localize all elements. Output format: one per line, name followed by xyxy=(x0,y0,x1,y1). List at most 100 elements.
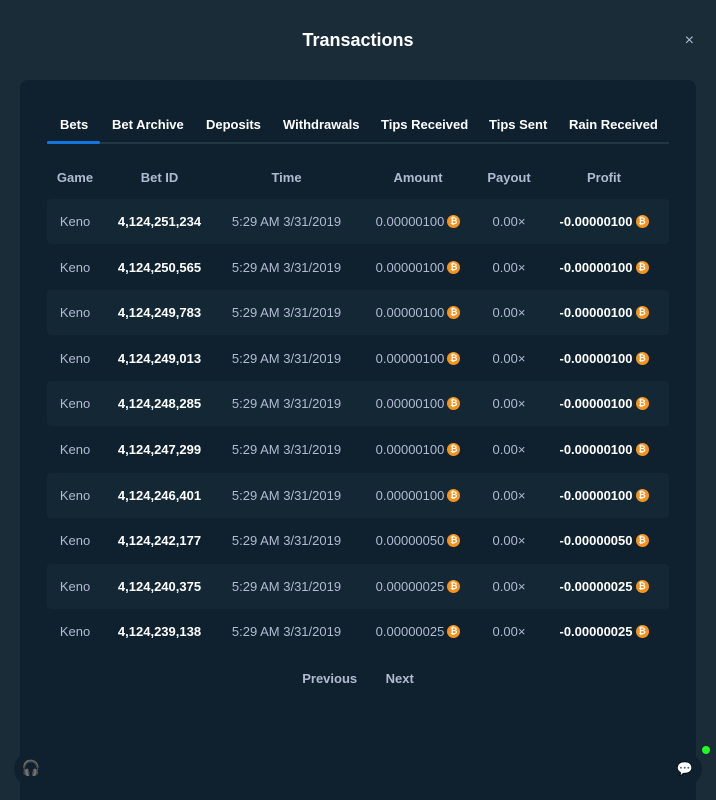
game-cell: Keno xyxy=(47,518,103,563)
bet-id-cell[interactable]: 4,124,249,013 xyxy=(103,336,216,381)
time-cell-text: 5:29 AM 3/31/2019 xyxy=(231,305,342,321)
table-row: Keno 4,124,247,299 5:29 AM 3/31/2019 0.0000… xyxy=(47,427,669,472)
amount-cell-text: 0.00000025 xyxy=(375,624,445,640)
amount-cell: 0.00000025 ₿ xyxy=(357,609,479,654)
bitcoin-icon: ₿ xyxy=(447,306,461,320)
bitcoin-icon: ₿ xyxy=(635,215,649,229)
game-cell-text: Keno xyxy=(59,305,91,321)
payout-cell-text: 0.00× xyxy=(492,533,526,549)
bet-id-cell[interactable]: 4,124,251,234 xyxy=(103,199,216,244)
time-cell: 5:29 AM 3/31/2019 xyxy=(216,336,357,381)
time-cell: 5:29 AM 3/31/2019 xyxy=(216,290,357,335)
bet-id-cell[interactable]: 4,124,240,375 xyxy=(103,564,216,609)
transactions-panel: Bets Bet Archive Deposits Withdrawals Ti… xyxy=(20,80,696,800)
game-cell: Keno xyxy=(47,290,103,335)
table-row: Keno 4,124,248,285 5:29 AM 3/31/2019 0.0000… xyxy=(47,381,669,427)
bet-id-cell[interactable]: 4,124,249,783 xyxy=(103,290,216,335)
bet-id-cell[interactable]: 4,124,248,285 xyxy=(103,381,216,426)
game-cell: Keno xyxy=(47,564,103,609)
close-icon[interactable]: × xyxy=(685,32,694,50)
bet-id-cell-text[interactable]: 4,124,239,138 xyxy=(118,624,201,639)
bet-id-cell-text[interactable]: 4,124,249,783 xyxy=(118,305,201,320)
game-cell: Keno xyxy=(47,199,103,244)
amount-cell: 0.00000100 ₿ xyxy=(357,199,479,244)
bet-id-cell-text[interactable]: 4,124,240,375 xyxy=(118,579,201,594)
bitcoin-icon: ₿ xyxy=(635,351,649,365)
game-cell: Keno xyxy=(47,336,103,381)
chat-icon[interactable]: 💬 xyxy=(668,752,702,786)
bet-id-cell-text[interactable]: 4,124,249,013 xyxy=(118,351,201,366)
bet-id-cell-text[interactable]: 4,124,247,299 xyxy=(118,442,201,457)
bet-id-cell[interactable]: 4,124,242,177 xyxy=(103,518,216,563)
amount-cell-text: 0.00000050 xyxy=(375,533,445,549)
bitcoin-icon: ₿ xyxy=(635,397,649,411)
game-cell-text: Keno xyxy=(59,259,91,275)
time-cell-text: 5:29 AM 3/31/2019 xyxy=(231,442,342,457)
payout-cell-text: 0.00× xyxy=(492,396,526,412)
game-cell-text: Keno xyxy=(59,214,91,229)
profit-cell-text: -0.00000100 xyxy=(559,305,633,321)
table-row: Keno 4,124,239,138 5:29 AM 3/31/2019 0.0000… xyxy=(47,609,669,654)
column-header-time: Time xyxy=(271,170,302,185)
bitcoin-icon: ₿ xyxy=(635,534,649,548)
bet-id-cell[interactable]: 4,124,250,565 xyxy=(103,245,216,290)
profit-cell: -0.00000100 ₿ xyxy=(539,245,669,290)
tab-rain-received[interactable]: Rain Received xyxy=(569,117,658,132)
bitcoin-icon: ₿ xyxy=(447,215,461,229)
payout-cell-text: 0.00× xyxy=(492,214,526,229)
payout-cell-text: 0.00× xyxy=(492,350,526,366)
time-cell: 5:29 AM 3/31/2019 xyxy=(216,564,357,609)
amount-cell: 0.00000050 ₿ xyxy=(357,518,479,563)
payout-cell: 0.00× xyxy=(479,336,539,381)
game-cell-text: Keno xyxy=(59,578,91,594)
tab-bet-archive[interactable]: Bet Archive xyxy=(112,117,184,132)
bitcoin-icon: ₿ xyxy=(447,260,461,274)
profit-cell-text: -0.00000100 xyxy=(559,259,633,275)
amount-cell: 0.00000100 ₿ xyxy=(357,473,479,518)
payout-cell-text: 0.00× xyxy=(492,305,526,321)
tab-deposits[interactable]: Deposits xyxy=(206,117,261,132)
column-header-bet-id: Bet ID xyxy=(140,170,179,185)
bet-id-cell-text[interactable]: 4,124,250,565 xyxy=(118,260,201,275)
amount-cell-text: 0.00000100 xyxy=(375,350,445,366)
tab-withdrawals[interactable]: Withdrawals xyxy=(283,117,359,132)
table-row: Keno 4,124,251,234 5:29 AM 3/31/2019 0.0000… xyxy=(47,199,669,244)
payout-cell-text: 0.00× xyxy=(492,578,526,594)
tab-tips-sent[interactable]: Tips Sent xyxy=(489,117,547,132)
bitcoin-icon: ₿ xyxy=(447,534,461,548)
game-cell-text: Keno xyxy=(59,442,91,457)
profit-cell: -0.00000025 ₿ xyxy=(539,609,669,654)
bet-id-cell-text[interactable]: 4,124,246,401 xyxy=(118,488,201,503)
amount-cell-text: 0.00000100 xyxy=(375,487,445,503)
previous-page-button[interactable]: Previous xyxy=(302,671,357,686)
bet-id-cell[interactable]: 4,124,247,299 xyxy=(103,427,216,472)
online-status-dot xyxy=(702,746,710,754)
tab-tips-received[interactable]: Tips Received xyxy=(381,117,468,132)
time-cell: 5:29 AM 3/31/2019 xyxy=(216,609,357,654)
headset-icon[interactable]: 🎧 xyxy=(14,752,48,786)
bet-id-cell-text[interactable]: 4,124,242,177 xyxy=(118,533,201,548)
next-page-button[interactable]: Next xyxy=(386,671,414,686)
profit-cell: -0.00000050 ₿ xyxy=(539,518,669,563)
game-cell: Keno xyxy=(47,609,103,654)
amount-cell-text: 0.00000100 xyxy=(375,259,445,275)
game-cell-text: Keno xyxy=(59,350,91,366)
time-cell-text: 5:29 AM 3/31/2019 xyxy=(231,396,342,412)
amount-cell: 0.00000100 ₿ xyxy=(357,290,479,335)
profit-cell-text: -0.00000025 xyxy=(559,624,633,640)
payout-cell: 0.00× xyxy=(479,245,539,290)
profit-cell: -0.00000100 ₿ xyxy=(539,427,669,472)
profit-cell: -0.00000100 ₿ xyxy=(539,199,669,244)
bet-id-cell-text[interactable]: 4,124,248,285 xyxy=(118,396,201,411)
bet-id-cell-text[interactable]: 4,124,251,234 xyxy=(118,214,201,229)
active-tab-indicator xyxy=(47,141,100,144)
bet-id-cell[interactable]: 4,124,239,138 xyxy=(103,609,216,654)
payout-cell-text: 0.00× xyxy=(492,624,526,640)
modal-title: Transactions xyxy=(302,30,414,50)
amount-cell-text: 0.00000100 xyxy=(375,305,445,321)
time-cell-text: 5:29 AM 3/31/2019 xyxy=(231,350,342,366)
bet-id-cell[interactable]: 4,124,246,401 xyxy=(103,473,216,518)
tab-bets[interactable]: Bets xyxy=(60,117,88,132)
table-row: Keno 4,124,249,783 5:29 AM 3/31/2019 0.0000… xyxy=(47,290,669,336)
profit-cell: -0.00000100 ₿ xyxy=(539,336,669,381)
